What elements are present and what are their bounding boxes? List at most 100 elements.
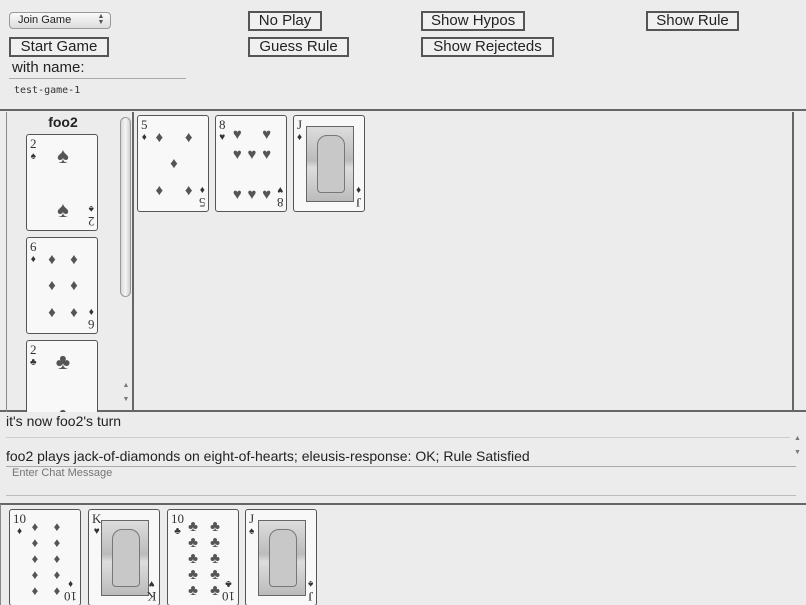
spade-icon: ♠ — [88, 203, 94, 214]
diamond-pip-icon: ♦ — [48, 304, 56, 322]
select-arrows-icon: ▲ ▼ — [97, 13, 105, 26]
join-game-select[interactable]: Join Game ▲ ▼ — [9, 12, 111, 29]
king-face-icon — [101, 520, 149, 596]
card-rank: 6 — [30, 239, 37, 254]
club-pip-icon: ♣ — [210, 549, 220, 567]
card-rank: J — [249, 511, 255, 526]
diamond-pip-icon: ♦ — [184, 182, 193, 200]
card-rank: J — [297, 117, 303, 132]
diamond-pip-icon: ♦ — [70, 250, 78, 268]
divider — [6, 437, 790, 438]
spade-pip-icon: ♠ — [57, 196, 69, 222]
heart-pip-icon: ♥ — [232, 145, 242, 163]
heart-pip-icon: ♥ — [247, 185, 257, 203]
player-name: foo2 — [48, 114, 78, 130]
card-rank: 8 — [276, 195, 284, 210]
play-area: 5 ♦ ♦ ♦ ♦ ♦ ♦ 5 ♦ 8 ♥ ♥ ♥ ♥ ♥ ♥ ♥ ♥ ♥ 8 ♥ J ♦ J ♦ — [134, 112, 794, 410]
show-hypos-button[interactable]: Show Hypos — [421, 11, 525, 31]
chat-message: foo2 plays jack-of-diamonds on eight-of-… — [6, 448, 530, 464]
club-pip-icon: ♣ — [210, 533, 220, 551]
spade-pip-icon: ♠ — [57, 143, 69, 169]
scroll-up-icon[interactable]: ▲ — [121, 382, 131, 389]
diamond-icon: ♦ — [88, 306, 94, 317]
my-hand-pane: 10 ♦ ♦ ♦ ♦ ♦ ♦ ♦ ♦ ♦ ♦ ♦ 10 ♦ K ♥ K ♥ 10 ♣ ♣ ♣ ♣ ♣ ♣… — [0, 503, 806, 605]
diamond-icon: ♦ — [297, 132, 303, 143]
diamond-pip-icon: ♦ — [53, 550, 61, 566]
show-rule-button[interactable]: Show Rule — [646, 11, 739, 31]
hand-card[interactable]: 6 ♦ ♦ ♦ ♦ ♦ ♦ ♦ 6 ♦ — [26, 237, 98, 334]
my-hand-card[interactable]: 10 ♣ ♣ ♣ ♣ ♣ ♣ ♣ ♣ ♣ ♣ ♣ 10 ♣ — [167, 509, 239, 605]
diamond-pip-icon: ♦ — [155, 128, 164, 146]
card-rank: 5 — [198, 195, 206, 210]
card-rank: 10 — [222, 589, 235, 604]
spade-icon: ♠ — [30, 151, 36, 162]
jack-face-icon — [258, 520, 306, 596]
start-game-button[interactable]: Start Game — [9, 37, 109, 57]
diamond-pip-icon: ♦ — [31, 534, 39, 550]
diamond-pip-icon: ♦ — [31, 582, 39, 598]
no-play-button[interactable]: No Play — [248, 11, 322, 31]
diamond-pip-icon: ♦ — [53, 582, 61, 598]
card-rank: 10 — [64, 589, 77, 604]
diamond-pip-icon: ♦ — [31, 550, 39, 566]
heart-pip-icon: ♥ — [262, 125, 272, 143]
played-card[interactable]: 8 ♥ ♥ ♥ ♥ ♥ ♥ ♥ ♥ ♥ 8 ♥ — [215, 115, 287, 212]
game-name-input[interactable] — [9, 78, 186, 98]
heart-pip-icon: ♥ — [247, 145, 257, 163]
club-pip-icon: ♣ — [210, 581, 220, 599]
spade-icon: ♠ — [307, 578, 313, 589]
heart-icon: ♥ — [93, 526, 100, 537]
scrollbar-thumb[interactable] — [120, 117, 131, 297]
played-card[interactable]: J ♦ J ♦ — [293, 115, 365, 212]
diamond-pip-icon: ♦ — [155, 182, 164, 200]
join-game-select-value: Join Game — [18, 14, 72, 26]
club-pip-icon: ♣ — [188, 565, 198, 583]
hand-card[interactable]: 2♣ ♣ ♣ 2♣ — [26, 340, 98, 412]
diamond-pip-icon: ♦ — [31, 518, 39, 534]
player-hand-pane: foo2 2♠ ♠ ♠ 2♠ 6♦ ♦♦ ♦♦ ♦♦ 6♦ 2♣ ♣ ♣ 2♣ … — [6, 112, 134, 412]
my-hand-card[interactable]: 10 ♦ ♦ ♦ ♦ ♦ ♦ ♦ ♦ ♦ ♦ ♦ 10 ♦ — [9, 509, 81, 605]
club-icon: ♣ — [87, 408, 94, 412]
show-rejecteds-button[interactable]: Show Rejecteds — [421, 37, 554, 57]
diamond-pip-icon: ♦ — [170, 155, 178, 173]
diamond-icon: ♦ — [355, 184, 361, 195]
club-pip-icon: ♣ — [56, 404, 70, 412]
club-icon: ♣ — [30, 357, 37, 368]
heart-pip-icon: ♥ — [232, 185, 242, 203]
turn-status: it's now foo2's turn — [6, 413, 122, 429]
card-rank: 2 — [87, 214, 95, 229]
club-pip-icon: ♣ — [188, 549, 198, 567]
chat-input[interactable] — [6, 466, 796, 496]
my-hand-card[interactable]: J ♠ J ♠ — [245, 509, 317, 605]
heart-pip-icon: ♥ — [262, 185, 272, 203]
club-pip-icon: ♣ — [188, 517, 198, 535]
club-pip-icon: ♣ — [188, 581, 198, 599]
club-pip-icon: ♣ — [210, 517, 220, 535]
club-pip-icon: ♣ — [55, 349, 71, 375]
card-rank: 2 — [30, 342, 37, 357]
my-hand-card[interactable]: K ♥ K ♥ — [88, 509, 160, 605]
diamond-pip-icon: ♦ — [70, 304, 78, 322]
diamond-pip-icon: ♦ — [70, 277, 78, 295]
card-rank: 8 — [219, 117, 226, 132]
guess-rule-button[interactable]: Guess Rule — [248, 37, 349, 57]
heart-icon: ♥ — [276, 184, 283, 195]
card-rank: 6 — [87, 317, 95, 332]
hand-scrollbar[interactable]: ▲ ▼ — [119, 112, 132, 412]
club-pip-icon: ♣ — [210, 565, 220, 583]
diamond-pip-icon: ♦ — [48, 250, 56, 268]
heart-pip-icon: ♥ — [262, 145, 272, 163]
card-rank: K — [146, 589, 156, 604]
club-pip-icon: ♣ — [188, 533, 198, 551]
hand-card[interactable]: 2 ♠ ♠ ♠ 2 ♠ — [26, 134, 98, 231]
diamond-icon: ♦ — [141, 132, 147, 143]
diamond-icon: ♦ — [199, 184, 205, 195]
chat-scroll-arrows-icon[interactable]: ▲ ▼ — [794, 432, 801, 460]
diamond-pip-icon: ♦ — [53, 566, 61, 582]
played-card[interactable]: 5 ♦ ♦ ♦ ♦ ♦ ♦ 5 ♦ — [137, 115, 209, 212]
card-rank: J — [307, 589, 313, 604]
scroll-down-icon[interactable]: ▼ — [121, 396, 131, 403]
heart-pip-icon: ♥ — [232, 125, 242, 143]
diamond-pip-icon: ♦ — [31, 566, 39, 582]
jack-face-icon — [306, 126, 354, 202]
